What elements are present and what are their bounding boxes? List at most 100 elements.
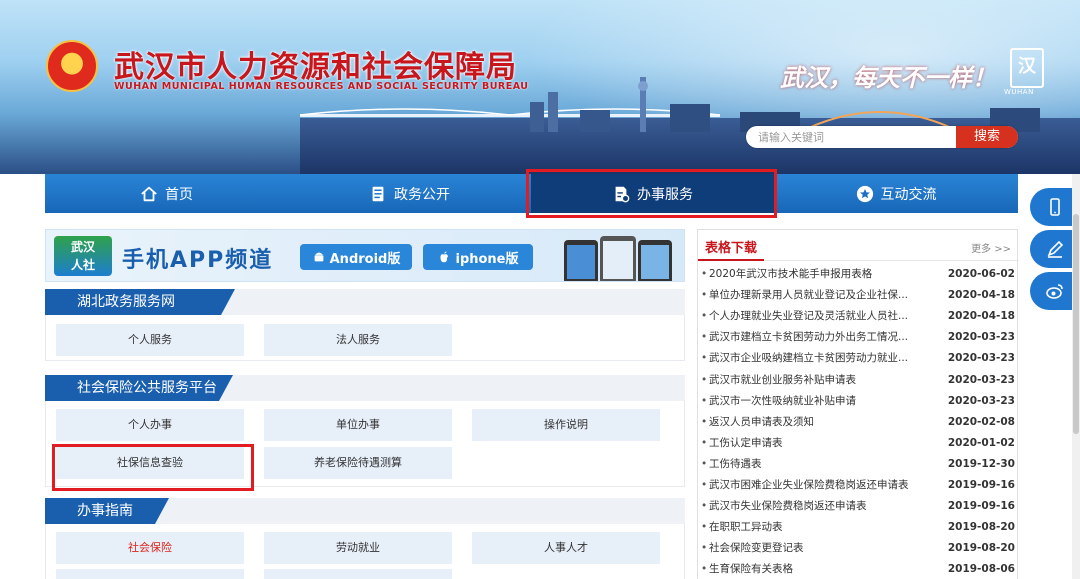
app-channel-banner[interactable]: 武汉 人社 手机APP频道 Android版 iphone版 [45,229,685,282]
nav-label: 首页 [165,186,193,203]
bullet-icon: • [701,352,708,365]
nav-label: 办事服务 [637,186,693,203]
more-link[interactable]: 更多 >> [971,240,1011,255]
download-name[interactable]: 返汉人员申请表及须知 [709,412,939,433]
bullet-icon: • [701,289,708,302]
download-row[interactable]: • 武汉市就业创业服务补贴申请表 2020-03-23 [701,370,1015,391]
home-icon [141,186,157,201]
download-name[interactable]: 个人办理就业失业登记及灵活就业人员社... [709,306,939,327]
tile-social-insurance[interactable]: 社会保险 [56,532,244,564]
bullet-icon: • [701,373,708,386]
document-icon [372,186,384,201]
section-title: 社会保险公共服务平台 [45,375,233,401]
download-row[interactable]: • 武汉市一次性吸纳就业补贴申请 2020-03-23 [701,391,1015,412]
tile-unit-affairs[interactable]: 单位办事 [264,409,452,441]
bullet-icon: • [701,542,708,555]
app-logo-text-2: 人社 [70,258,95,272]
nav-item-home[interactable]: 首页 [45,174,288,213]
download-row[interactable]: • 武汉市建档立卡贫困劳动力外出务工情况... 2020-03-23 [701,327,1015,348]
download-row[interactable]: • 武汉市失业保险费稳岗返还申请表 2019-09-16 [701,496,1015,517]
nav-item-interaction[interactable]: 互动交流 [774,174,1018,213]
download-date: 2019-09-16 [947,500,1015,513]
download-name[interactable]: 武汉市就业创业服务补贴申请表 [709,370,939,391]
section-title: 办事指南 [45,498,169,524]
header-banner: 武汉市人力资源和社会保障局 WUHAN MUNICIPAL HUMAN RESO… [0,0,1080,174]
bullet-icon: • [701,563,708,576]
download-name[interactable]: 社会保险变更登记表 [709,538,939,559]
search-button[interactable]: 搜索 [956,126,1018,148]
search-input[interactable] [746,126,956,148]
download-name[interactable]: 武汉市一次性吸纳就业补贴申请 [709,391,939,412]
tile-personnel-talent[interactable]: 人事人才 [472,532,660,564]
bullet-icon: • [701,479,708,491]
search-box: 搜索 [746,126,1018,148]
download-name[interactable]: 武汉市困难企业失业保险费稳岗返还申请表 [709,475,939,496]
bullet-icon: • [701,521,708,534]
download-row[interactable]: • 生育保险有关表格 2019-08-06 [701,559,1015,579]
site-subtitle: WUHAN MUNICIPAL HUMAN RESOURCES AND SOCI… [114,81,529,92]
tile-pension-calculation[interactable]: 养老保险待遇测算 [264,447,452,479]
site-title: 武汉市人力资源和社会保障局 [114,50,517,85]
download-row[interactable]: • 返汉人员申请表及须知 2020-02-08 [701,412,1015,433]
download-name[interactable]: 武汉市建档立卡贫困劳动力外出务工情况... [709,327,939,348]
page: 武汉市人力资源和社会保障局 WUHAN MUNICIPAL HUMAN RESO… [0,0,1080,579]
download-date: 2020-03-23 [947,394,1015,407]
download-date: 2019-09-16 [947,479,1015,491]
section-hubei-government: 湖北政务服务网 个人服务 法人服务 [45,289,685,361]
tile-legal-person-service[interactable]: 法人服务 [264,324,452,356]
bullet-icon: • [701,394,708,407]
tile-row-partial [56,569,244,579]
wuhan-city-logo-icon: 汉 [1010,48,1044,88]
download-name[interactable]: 单位办理新录用人员就业登记及企业社保... [709,285,939,306]
download-row[interactable]: • 工伤待遇表 2019-12-30 [701,454,1015,475]
download-row[interactable]: • 单位办理新录用人员就业登记及企业社保... 2020-04-18 [701,285,1015,306]
bullet-icon: • [701,415,708,428]
download-name[interactable]: 武汉市企业吸纳建档立卡贫困劳动力就业... [709,348,939,369]
nav-label: 互动交流 [880,186,937,203]
tile-social-insurance-verification[interactable]: 社保信息查验 [56,447,244,479]
download-date: 2020-03-23 [947,352,1015,365]
download-row[interactable]: • 武汉市困难企业失业保险费稳岗返还申请表 2019-09-16 [701,475,1015,496]
download-name[interactable]: 工伤认定申请表 [709,433,939,454]
section-title: 湖北政务服务网 [45,289,235,315]
android-label: Android版 [329,251,401,267]
bullet-icon: • [701,310,708,323]
service-icon [615,186,630,202]
nav-item-government-affairs[interactable]: 政务公开 [288,174,531,213]
nav-label: 政务公开 [394,186,450,203]
android-icon [314,252,323,262]
city-logo-text: WUHAN [1004,88,1034,96]
panel-title: 表格下载 [705,241,758,256]
download-date: 2020-04-18 [947,310,1015,323]
download-name[interactable]: 2020年武汉市技术能手申报用表格 [709,264,939,285]
android-download-button[interactable]: Android版 [300,244,412,270]
download-date: 2020-01-02 [947,436,1015,449]
bullet-icon: • [701,331,708,344]
download-row[interactable]: • 社会保险变更登记表 2019-08-20 [701,538,1015,559]
tile-labor-employment[interactable]: 劳动就业 [264,532,452,564]
download-name[interactable]: 在职职工异动表 [709,517,939,538]
download-row[interactable]: • 武汉市企业吸纳建档立卡贫困劳动力就业... 2020-03-23 [701,348,1015,369]
iphone-download-button[interactable]: iphone版 [423,244,533,270]
download-date: 2020-06-02 [947,268,1015,280]
bullet-icon: • [701,268,708,280]
download-name[interactable]: 工伤待遇表 [709,454,939,475]
page-scrollbar[interactable] [1072,174,1080,579]
download-name[interactable]: 生育保险有关表格 [709,559,939,579]
tile-instructions[interactable]: 操作说明 [472,409,660,441]
download-row[interactable]: • 个人办理就业失业登记及灵活就业人员社... 2020-04-18 [701,306,1015,327]
download-name[interactable]: 武汉市失业保险费稳岗返还申请表 [709,496,939,517]
download-row[interactable]: • 2020年武汉市技术能手申报用表格 2020-06-02 [701,264,1015,285]
tile-personal-affairs[interactable]: 个人办事 [56,409,244,441]
download-row[interactable]: • 工伤认定申请表 2020-01-02 [701,433,1015,454]
nav-item-services[interactable]: 办事服务 [531,174,774,213]
bullet-icon: • [701,500,708,513]
tile-row-partial [264,569,452,579]
bullet-icon: • [701,436,708,449]
download-row[interactable]: • 在职职工异动表 2019-08-20 [701,517,1015,538]
download-date: 2019-08-20 [947,521,1015,534]
download-date: 2020-04-18 [947,289,1015,302]
tile-personal-service[interactable]: 个人服务 [56,324,244,356]
main-nav: 首页 政务公开 办事服务 互动交流 [45,174,1018,213]
scrollbar-thumb[interactable] [1073,214,1079,434]
